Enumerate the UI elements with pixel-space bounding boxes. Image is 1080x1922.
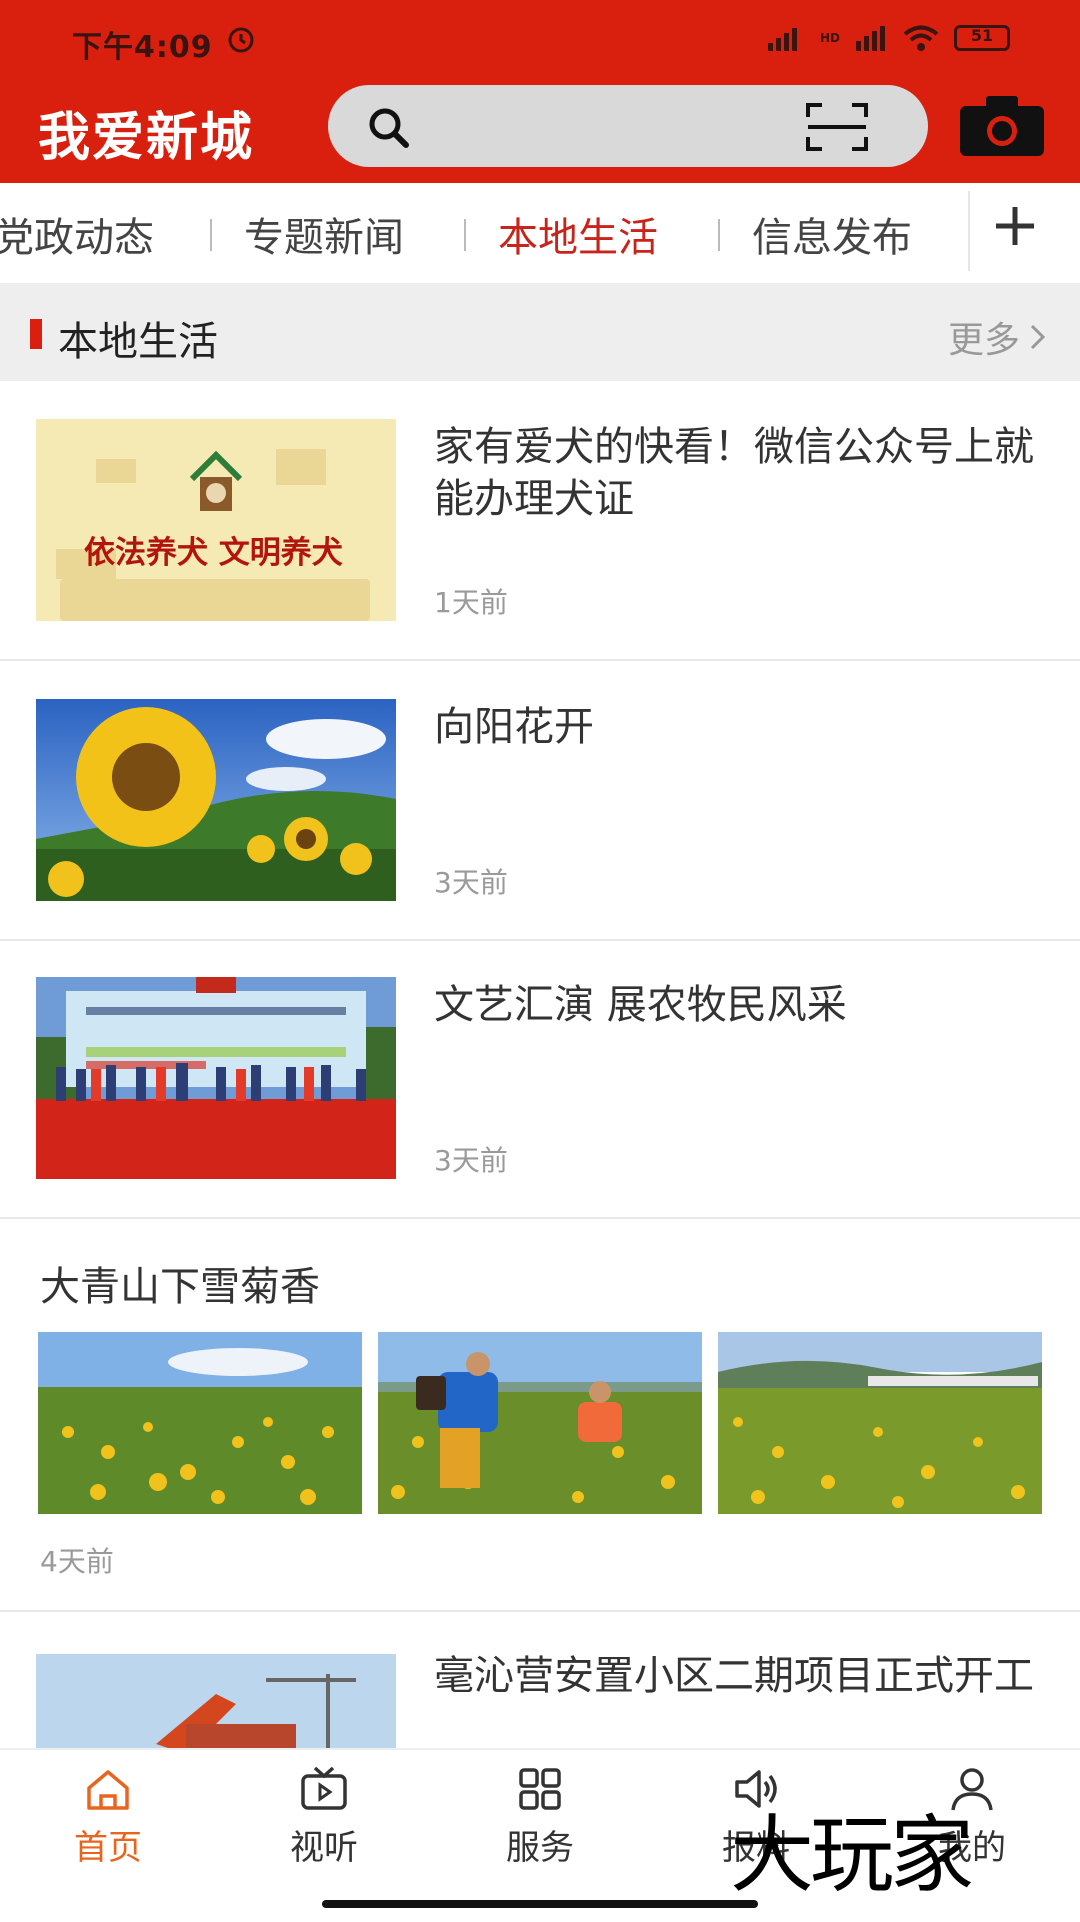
tab-local-life[interactable]: 本地生活 — [498, 205, 658, 263]
app-title: 我爱新城 — [38, 108, 255, 168]
news-item[interactable]: 文艺汇演 展农牧民风采 3天前 — [0, 939, 1080, 1219]
gallery-image — [378, 1332, 702, 1514]
nav-label: 首页 — [74, 1828, 142, 1868]
camera-icon[interactable] — [958, 94, 1046, 158]
news-item[interactable]: 向阳花开 3天前 — [0, 661, 1080, 941]
signal-hd-icon — [856, 26, 885, 51]
news-thumbnail — [36, 977, 396, 1179]
search-bar[interactable] — [328, 85, 928, 167]
gallery-image — [718, 1332, 1042, 1514]
tab-divider — [464, 219, 466, 251]
nav-home[interactable]: 首页 — [28, 1762, 188, 1869]
sunflower-image — [36, 699, 396, 901]
news-title: 毫沁营安置小区二期项目正式开工 — [434, 1653, 1034, 1699]
more-label: 更多 — [947, 320, 1020, 361]
section-marker — [30, 319, 42, 349]
battery-level: 51 — [970, 26, 994, 45]
news-thumbnail — [36, 699, 396, 901]
dog-house-icon — [189, 451, 243, 511]
gallery-image — [38, 1332, 362, 1514]
nav-services[interactable]: 服务 — [460, 1762, 620, 1869]
chevron-right-icon — [1030, 324, 1046, 350]
battery-icon: 51 — [954, 25, 1010, 51]
news-time: 4天前 — [40, 1545, 114, 1578]
section-title: 本地生活 — [58, 319, 218, 365]
signal-icon — [767, 28, 797, 51]
status-icons: HD 51 — [766, 24, 1010, 52]
performance-image — [36, 977, 396, 1179]
thumb-caption: 依法养犬 文明养犬 — [84, 535, 343, 571]
status-time: 下午4:09 — [72, 30, 213, 65]
news-item[interactable]: 依法养犬 文明养犬 家有爱犬的快看！微信公众号上就能办理犬证 1天前 — [0, 381, 1080, 661]
section-header: 本地生活 更多 — [0, 283, 1080, 381]
tab-party-news[interactable]: 党政动态 — [0, 205, 154, 263]
tv-icon — [301, 1766, 347, 1810]
grid-icon — [519, 1768, 561, 1810]
nav-label: 视听 — [290, 1828, 358, 1868]
gallery-news-item[interactable]: 大青山下雪菊香 4天前 — [0, 1214, 1080, 1612]
gallery-title: 大青山下雪菊香 — [40, 1264, 320, 1310]
news-time: 3天前 — [434, 866, 508, 899]
add-tab-icon[interactable] — [990, 197, 1040, 257]
news-title: 向阳花开 — [434, 704, 594, 750]
tab-divider — [718, 219, 720, 251]
network-label: HD — [819, 31, 840, 45]
news-time: 1天前 — [434, 586, 508, 619]
home-icon — [87, 1770, 129, 1810]
tab-divider — [210, 219, 212, 251]
tab-info-release[interactable]: 信息发布 — [752, 205, 912, 263]
watermark: 大玩家 — [730, 1806, 974, 1904]
scan-icon[interactable] — [804, 101, 870, 153]
tab-special-news[interactable]: 专题新闻 — [244, 205, 404, 263]
news-title: 文艺汇演 展农牧民风采 — [434, 982, 847, 1028]
home-indicator[interactable] — [322, 1900, 758, 1908]
news-thumbnail: 依法养犬 文明养犬 — [36, 419, 396, 621]
wifi-icon — [903, 25, 939, 51]
alarm-icon — [228, 27, 254, 53]
category-tabs: 党政动态 专题新闻 本地生活 信息发布 — [0, 183, 1080, 283]
news-time: 3天前 — [434, 1144, 508, 1177]
app-header: 下午4:09 HD 51 我爱新城 — [0, 0, 1080, 183]
news-title: 家有爱犬的快看！微信公众号上就能办理犬证 — [434, 424, 1034, 522]
nav-label: 服务 — [506, 1828, 574, 1868]
more-link[interactable]: 更多 — [948, 311, 1048, 363]
news-thumbnail — [36, 1654, 396, 1752]
nav-video[interactable]: 视听 — [244, 1762, 404, 1869]
news-item[interactable]: 毫沁营安置小区二期项目正式开工 — [0, 1612, 1080, 1752]
tab-edge-divider — [968, 191, 970, 271]
search-icon[interactable] — [364, 103, 414, 153]
